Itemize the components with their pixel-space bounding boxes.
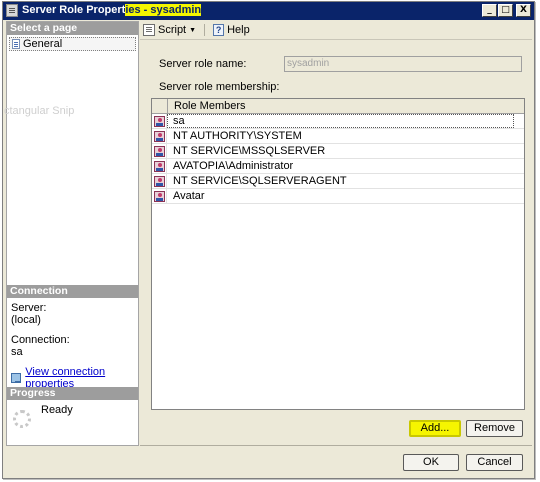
server-label: Server:	[11, 302, 47, 314]
toolbar: Script ▼ ? Help	[140, 21, 532, 40]
ok-button[interactable]: OK	[403, 454, 459, 471]
page-icon	[12, 39, 20, 49]
chevron-down-icon: ▼	[189, 26, 197, 34]
grid-corner	[152, 99, 168, 113]
page-item-general[interactable]: General	[9, 37, 136, 51]
row-icon-cell	[152, 129, 167, 143]
member-name: sa	[167, 114, 514, 128]
role-name-field: sysadmin	[284, 56, 522, 72]
table-row[interactable]: sa	[152, 114, 524, 129]
help-icon: ?	[213, 24, 225, 36]
role-name-label: Server role name:	[159, 58, 247, 70]
select-page-header: Select a page	[7, 22, 138, 35]
row-icon-cell	[152, 144, 167, 158]
cancel-button[interactable]: Cancel	[466, 454, 523, 471]
script-label: Script	[158, 24, 187, 36]
help-button[interactable]: ? Help	[213, 24, 250, 36]
window-title: Server Role Properties - sysadmin	[22, 4, 202, 16]
minimize-button[interactable]: _	[482, 4, 497, 17]
member-name: NT SERVICE\MSSQLSERVER	[173, 145, 326, 157]
user-icon	[153, 160, 165, 172]
toolbar-separator	[204, 24, 206, 36]
footer-divider	[140, 445, 532, 446]
user-icon	[153, 115, 165, 127]
role-members-grid[interactable]: Role Members sa NT AUTHORITY\SYSTEM NT S…	[151, 98, 525, 410]
connection-section: Connection Server: (local) Connection: s…	[7, 285, 138, 394]
title-highlight: ies - sysadmin	[125, 4, 202, 16]
user-icon	[153, 175, 165, 187]
connection-value: sa	[11, 346, 23, 358]
user-icon	[153, 145, 165, 157]
script-icon	[143, 24, 155, 36]
table-row[interactable]: Avatar	[152, 189, 524, 204]
remove-button[interactable]: Remove	[466, 420, 523, 437]
grid-header: Role Members	[152, 99, 524, 114]
connection-label: Connection:	[11, 334, 70, 346]
connection-properties-icon	[11, 373, 22, 383]
script-button[interactable]: Script ▼	[143, 24, 196, 36]
row-icon-cell	[152, 174, 167, 188]
table-row[interactable]: NT SERVICE\MSSQLSERVER	[152, 144, 524, 159]
progress-status: Ready	[41, 404, 73, 416]
table-row[interactable]: NT AUTHORITY\SYSTEM	[152, 129, 524, 144]
help-label: Help	[227, 24, 250, 36]
table-row[interactable]: AVATOPIA\Administrator	[152, 159, 524, 174]
user-icon	[153, 130, 165, 142]
close-button[interactable]: X	[516, 4, 531, 17]
connection-header: Connection	[7, 285, 138, 298]
title-bar[interactable]: Server Role Properties - sysadmin _ □ X	[3, 2, 534, 20]
add-button[interactable]: Add...	[409, 420, 461, 437]
progress-section: Progress Ready	[7, 387, 138, 432]
table-row[interactable]: NT SERVICE\SQLSERVERAGENT	[152, 174, 524, 189]
member-name: AVATOPIA\Administrator	[173, 160, 294, 172]
member-name: Avatar	[173, 190, 205, 202]
member-name: NT SERVICE\SQLSERVERAGENT	[173, 175, 347, 187]
window-controls: _ □ X	[482, 4, 531, 17]
user-icon	[153, 190, 165, 202]
maximize-button[interactable]: □	[498, 4, 513, 17]
general-page: Server role name: sysadmin Server role m…	[140, 40, 532, 442]
ghost-text: ctangular Snip	[4, 105, 75, 117]
server-role-properties-window: Server Role Properties - sysadmin _ □ X …	[2, 1, 535, 479]
left-panel: Select a page General ctangular Snip Con…	[4, 21, 139, 446]
progress-body: Ready	[7, 400, 138, 432]
window-icon	[6, 4, 18, 17]
row-icon-cell	[152, 114, 167, 128]
progress-header: Progress	[7, 387, 138, 400]
member-name: NT AUTHORITY\SYSTEM	[173, 130, 302, 142]
server-value: (local)	[11, 314, 41, 326]
progress-spinner-icon	[13, 410, 31, 428]
row-icon-cell	[152, 189, 167, 203]
membership-label: Server role membership:	[159, 81, 280, 93]
connection-body: Server: (local) Connection: sa View conn…	[7, 298, 138, 394]
page-item-label: General	[23, 38, 63, 50]
row-icon-cell	[152, 159, 167, 173]
column-header-role-members[interactable]: Role Members	[168, 99, 246, 113]
